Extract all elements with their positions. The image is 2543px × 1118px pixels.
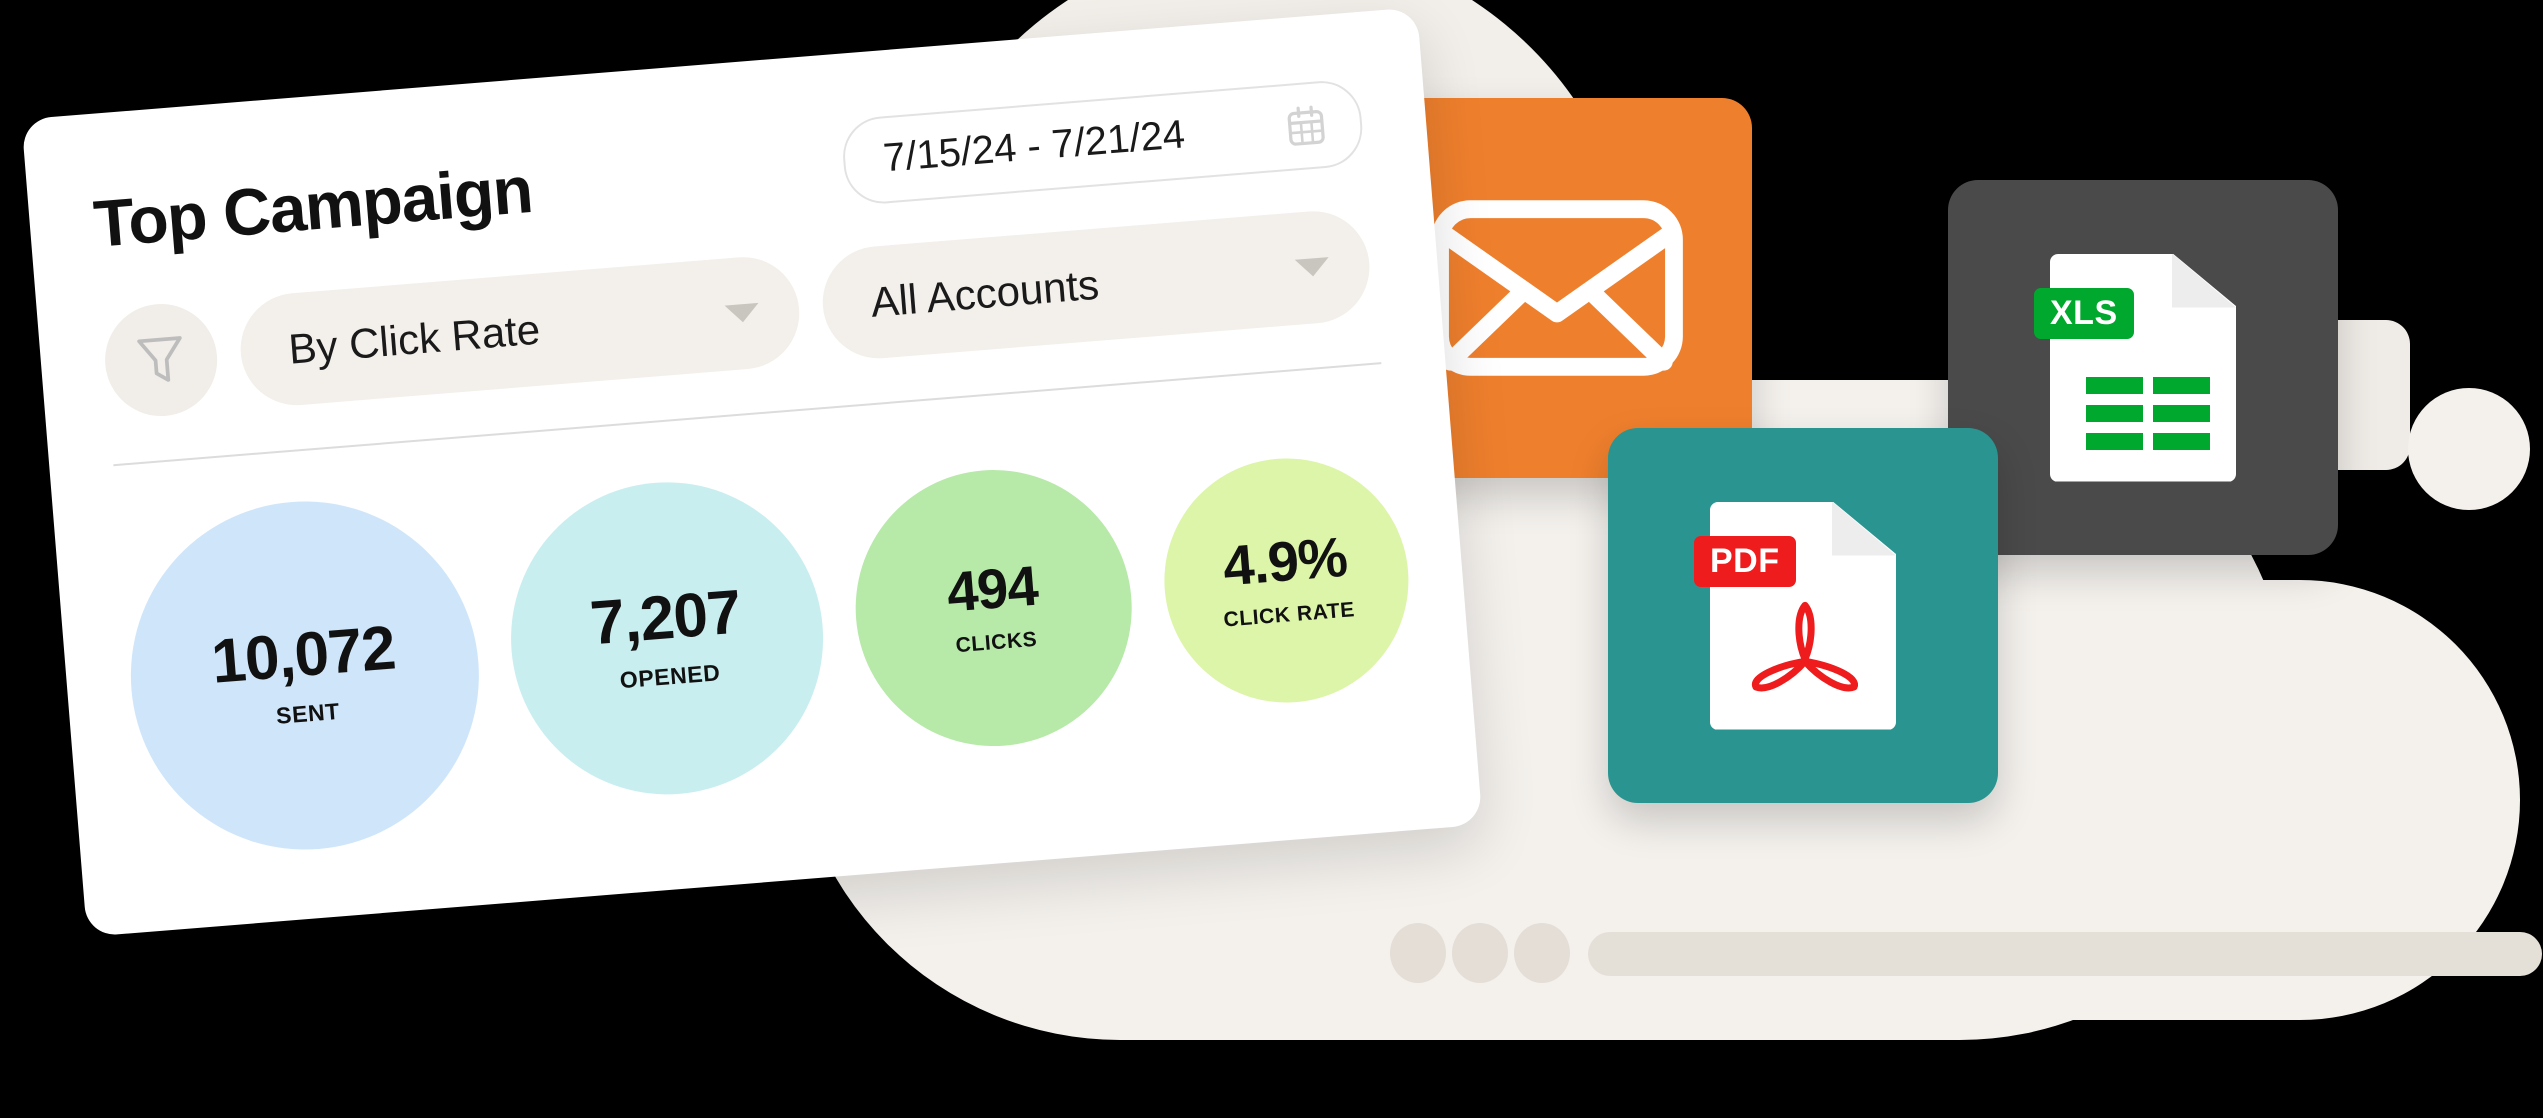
xls-grid-rows <box>2086 376 2210 450</box>
metric-label: SENT <box>275 697 341 729</box>
date-range-picker[interactable]: 7/15/24 - 7/21/24 <box>840 78 1366 207</box>
pdf-file-icon: PDF <box>1694 501 1896 730</box>
metric-click-rate[interactable]: 4.9% CLICK RATE <box>1155 449 1418 712</box>
sort-by-select[interactable]: By Click Rate <box>236 252 804 410</box>
filter-button[interactable] <box>100 299 222 421</box>
browser-dot-3 <box>1514 923 1570 983</box>
metric-clicks[interactable]: 494 CLICKS <box>845 459 1143 757</box>
account-select[interactable]: All Accounts <box>818 207 1374 363</box>
xls-tag-label: XLS <box>2034 287 2134 339</box>
top-campaign-card: Top Campaign 7/15/24 - 7/21/24 By Click … <box>21 7 1483 937</box>
metric-value: 7,207 <box>587 577 743 658</box>
background-circle-small <box>2408 388 2530 510</box>
metric-value: 10,072 <box>208 612 398 697</box>
metric-label: OPENED <box>618 658 722 693</box>
file-fold-corner <box>1832 501 1896 556</box>
acrobat-swirl-icon <box>1752 601 1858 691</box>
xls-file-icon: XLS <box>2034 253 2236 482</box>
funnel-icon[interactable] <box>134 332 188 388</box>
page-title: Top Campaign <box>90 151 535 261</box>
pdf-card[interactable]: PDF <box>1608 428 1998 803</box>
calendar-icon[interactable] <box>1284 102 1327 147</box>
metric-value: 4.9% <box>1220 524 1349 598</box>
illustration-stage: XLS PDF Top Campaign 7/15/24 - 7/21/24 B… <box>0 0 2543 1118</box>
xls-card[interactable]: XLS <box>1948 180 2338 555</box>
browser-dot-2 <box>1452 923 1508 983</box>
metric-label: CLICK RATE <box>1222 598 1356 632</box>
pdf-tag-label: PDF <box>1694 535 1796 587</box>
account-value: All Accounts <box>868 260 1101 326</box>
metric-opened[interactable]: 7,207 OPENED <box>499 470 836 807</box>
date-range-value[interactable]: 7/15/24 - 7/21/24 <box>882 106 1260 181</box>
browser-dot-1 <box>1390 923 1446 983</box>
chevron-down-icon[interactable] <box>724 302 760 324</box>
metric-label: CLICKS <box>954 627 1039 658</box>
metric-value: 494 <box>944 553 1040 624</box>
metric-sent[interactable]: 10,072 SENT <box>117 488 493 863</box>
sort-by-value: By Click Rate <box>286 305 542 373</box>
chevron-down-icon[interactable] <box>1294 257 1331 278</box>
metrics-row: 10,072 SENT 7,207 OPENED 494 CLICKS 4.9%… <box>117 414 1418 863</box>
browser-address-bar <box>1588 932 2542 976</box>
envelope-icon <box>1431 200 1683 376</box>
